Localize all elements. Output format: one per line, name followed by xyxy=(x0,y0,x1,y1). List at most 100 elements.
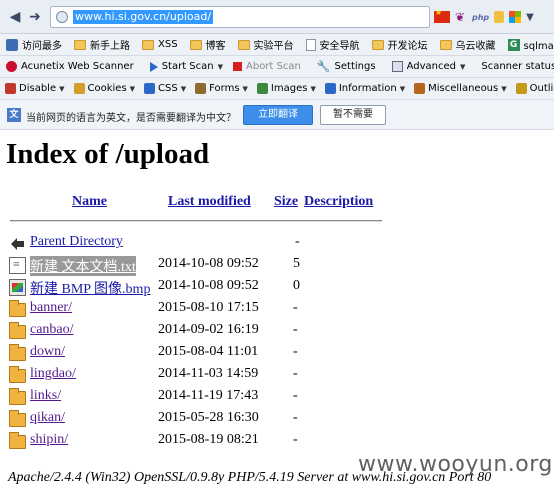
forward-icon[interactable]: ➜ xyxy=(26,8,44,26)
back-icon[interactable]: ◀ xyxy=(6,8,24,26)
date-cell: 2014-09-02 16:19 xyxy=(158,322,259,337)
column-header-description[interactable]: Description xyxy=(304,194,373,210)
watermark: www.wooyun.org xyxy=(358,452,553,477)
column-header-size[interactable]: Size xyxy=(274,194,298,210)
chevron-down-icon[interactable]: ▼ xyxy=(526,12,534,23)
dismiss-translate-button[interactable]: 暂不需要 xyxy=(320,105,386,125)
advanced-button[interactable]: Advanced ▼ xyxy=(391,61,466,72)
info-icon xyxy=(324,83,336,94)
table-row: banner/2015-08-10 17:15 - xyxy=(0,300,554,320)
bookmark-item[interactable]: 博客 xyxy=(189,37,226,52)
size-cell: - xyxy=(293,300,298,315)
devbar-css-menu[interactable]: CSS ▼ xyxy=(144,83,186,94)
devbar-cookies-menu[interactable]: Cookies ▼ xyxy=(73,83,136,94)
bookmark-label: sqlmap注入命令 xyxy=(523,41,554,52)
devbar-miscellaneous-menu[interactable]: Miscellaneous ▼ xyxy=(414,83,507,94)
folder-icon xyxy=(189,39,202,50)
column-header-name[interactable]: Name xyxy=(72,194,107,210)
settings-button[interactable]: 🔧 Settings xyxy=(317,60,376,73)
folder-icon xyxy=(371,39,384,50)
size-cell: - xyxy=(293,344,298,359)
devbar-disable-menu[interactable]: Disable ▼ xyxy=(5,83,65,94)
g-icon: G xyxy=(507,38,520,51)
devbar-information-menu[interactable]: Information ▼ xyxy=(324,83,406,94)
date-cell: 2014-10-08 09:52 xyxy=(158,278,259,293)
translate-bar: 文 当前网页的语言为英文，是否需要翻译为中文？ 立即翻译 暂不需要 xyxy=(0,100,554,130)
feather-icon[interactable]: ❦ xyxy=(455,11,467,23)
size-cell: 0 xyxy=(293,278,300,293)
chevron-down-icon: ▼ xyxy=(399,84,406,93)
china-flag-icon[interactable] xyxy=(434,8,450,23)
php-icon[interactable]: php xyxy=(472,13,489,22)
parent-directory-link[interactable]: Parent Directory xyxy=(30,234,123,250)
devbar-label: Miscellaneous xyxy=(428,83,499,94)
acunetix-brand[interactable]: Acunetix Web Scanner xyxy=(6,61,134,72)
file-link[interactable]: banner/ xyxy=(30,300,72,316)
bookmark-item[interactable]: 安全导航 xyxy=(305,37,360,52)
url-input[interactable]: www.hi.si.gov.cn/upload/ xyxy=(50,6,430,28)
file-link[interactable]: canbao/ xyxy=(30,322,74,338)
bookmark-item[interactable]: 新手上路 xyxy=(74,37,130,52)
folder-icon xyxy=(9,432,26,449)
bookmark-item[interactable]: 访问最多 xyxy=(6,37,62,52)
size-cell: - xyxy=(293,432,298,447)
folder-icon xyxy=(9,410,26,427)
file-link[interactable]: qikan/ xyxy=(30,410,65,426)
date-cell: 2014-10-08 09:52 xyxy=(158,256,259,271)
start-scan-button[interactable]: Start Scan ▼ xyxy=(149,61,223,72)
file-link[interactable]: 新建 文本文档.txt xyxy=(30,256,136,276)
chevron-down-icon: ▼ xyxy=(459,62,466,71)
devbar-forms-menu[interactable]: Forms ▼ xyxy=(195,83,248,94)
bookmark-item[interactable]: XSS xyxy=(142,39,178,50)
file-link[interactable]: lingdao/ xyxy=(30,366,76,382)
bookmark-item[interactable]: 开发论坛 xyxy=(371,37,428,52)
date-cell: 2015-08-19 08:21 xyxy=(158,432,259,447)
bookmark-label: 开发论坛 xyxy=(387,41,428,52)
file-link[interactable]: 新建 BMP 图像.bmp xyxy=(30,278,150,298)
url-text[interactable]: www.hi.si.gov.cn/upload/ xyxy=(73,10,214,24)
devbar-images-menu[interactable]: Images ▼ xyxy=(256,83,316,94)
folder-icon xyxy=(74,39,86,50)
column-header-last-modified[interactable]: Last modified xyxy=(168,194,251,210)
bookmark-label: 博客 xyxy=(205,41,226,52)
size-cell: - xyxy=(295,234,300,249)
devbar-label: Cookies xyxy=(87,83,127,94)
start-scan-label: Start Scan xyxy=(161,61,214,72)
divider xyxy=(10,220,382,222)
chevron-down-icon: ▼ xyxy=(242,84,248,93)
scanner-status: Scanner status: Idle. xyxy=(481,61,554,72)
devbar-outline-menu[interactable]: Outline▼ xyxy=(515,83,554,94)
translate-message: 当前网页的语言为英文，是否需要翻译为中文？ xyxy=(26,113,236,124)
devbar-label: Outline xyxy=(529,83,554,94)
play-icon xyxy=(149,61,158,72)
size-cell: - xyxy=(293,388,298,403)
chevron-down-icon: ▼ xyxy=(129,84,136,93)
lock-icon[interactable] xyxy=(494,11,505,23)
disable-icon xyxy=(5,83,16,94)
bookmark-item[interactable]: 乌云收藏 xyxy=(439,37,496,52)
file-link[interactable]: links/ xyxy=(30,388,61,404)
size-cell: - xyxy=(293,366,298,381)
devbar-label: Information xyxy=(338,83,397,94)
table-row: lingdao/2014-11-03 14:59 - xyxy=(0,366,554,386)
windows-icon[interactable] xyxy=(509,11,522,23)
bookmark-item[interactable]: 实验平台 xyxy=(237,37,294,52)
devbar-label: Forms xyxy=(209,83,240,94)
file-link[interactable]: shipin/ xyxy=(30,432,68,448)
date-cell: 2014-11-19 17:43 xyxy=(158,388,259,403)
bookmark-label: 安全导航 xyxy=(319,41,360,52)
folder-icon xyxy=(439,39,452,50)
wrench-icon: 🔧 xyxy=(316,60,331,73)
bookmark-item[interactable]: Gsqlmap注入命令 xyxy=(507,37,554,52)
devbar-label: Images xyxy=(270,83,308,94)
globe-icon xyxy=(56,11,68,23)
folder-icon xyxy=(9,366,26,383)
table-row: 新建 文本文档.txt 2014-10-08 09:52 5 xyxy=(0,256,554,276)
chevron-down-icon: ▼ xyxy=(501,84,507,93)
settings-label: Settings xyxy=(334,61,376,72)
size-cell: - xyxy=(293,322,298,337)
gear-icon xyxy=(6,38,18,51)
abort-scan-button[interactable]: Abort Scan xyxy=(233,61,301,72)
file-link[interactable]: down/ xyxy=(30,344,65,360)
translate-button[interactable]: 立即翻译 xyxy=(243,105,313,125)
